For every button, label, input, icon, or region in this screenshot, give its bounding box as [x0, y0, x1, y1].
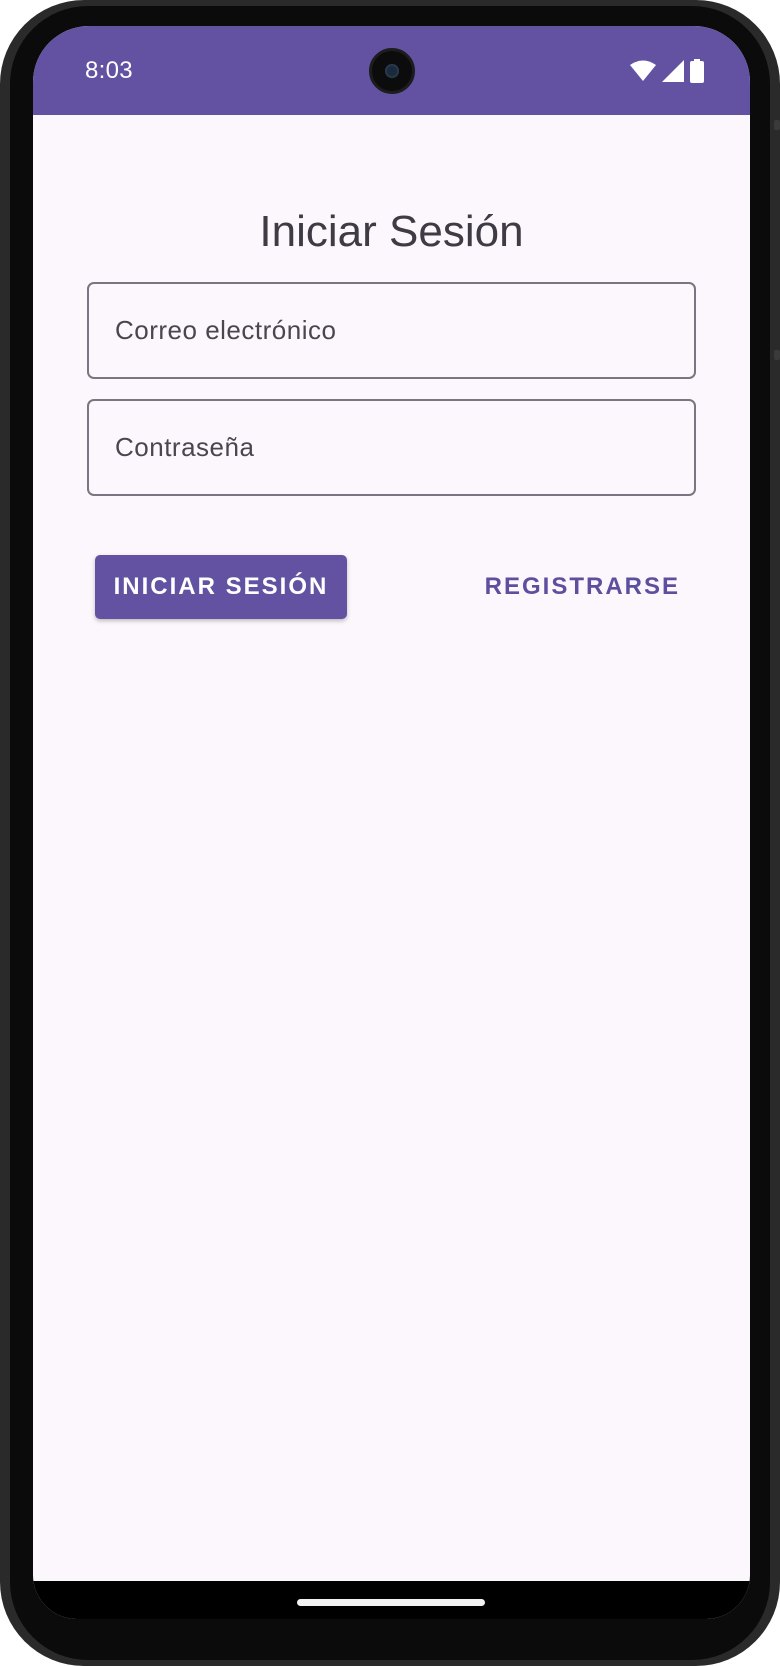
cellular-signal-icon — [662, 59, 684, 87]
battery-icon — [690, 58, 704, 88]
password-input[interactable] — [89, 401, 694, 494]
navigation-bar — [33, 1581, 750, 1619]
home-gesture-handle[interactable] — [297, 1599, 485, 1606]
register-button[interactable]: REGISTRARSE — [485, 555, 680, 619]
status-icons — [630, 58, 704, 88]
status-time: 8:03 — [85, 57, 133, 84]
login-screen: Iniciar Sesión INICIAR SESIÓN REGISTRARS… — [33, 115, 750, 1581]
volume-button — [774, 350, 780, 360]
wifi-icon — [630, 60, 656, 87]
email-input[interactable] — [89, 284, 694, 377]
status-bar: 8:03 — [33, 26, 750, 115]
password-field[interactable] — [87, 399, 696, 496]
email-field[interactable] — [87, 282, 696, 379]
screen: 8:03 Iniciar Sesión Correo electrónico I… — [33, 26, 750, 1619]
page-title: Iniciar Sesión — [259, 207, 524, 256]
power-button — [774, 120, 780, 130]
phone-frame: 8:03 Iniciar Sesión Correo electrónico I… — [0, 0, 780, 1666]
login-button[interactable]: INICIAR SESIÓN — [95, 555, 347, 619]
front-camera — [369, 48, 415, 94]
